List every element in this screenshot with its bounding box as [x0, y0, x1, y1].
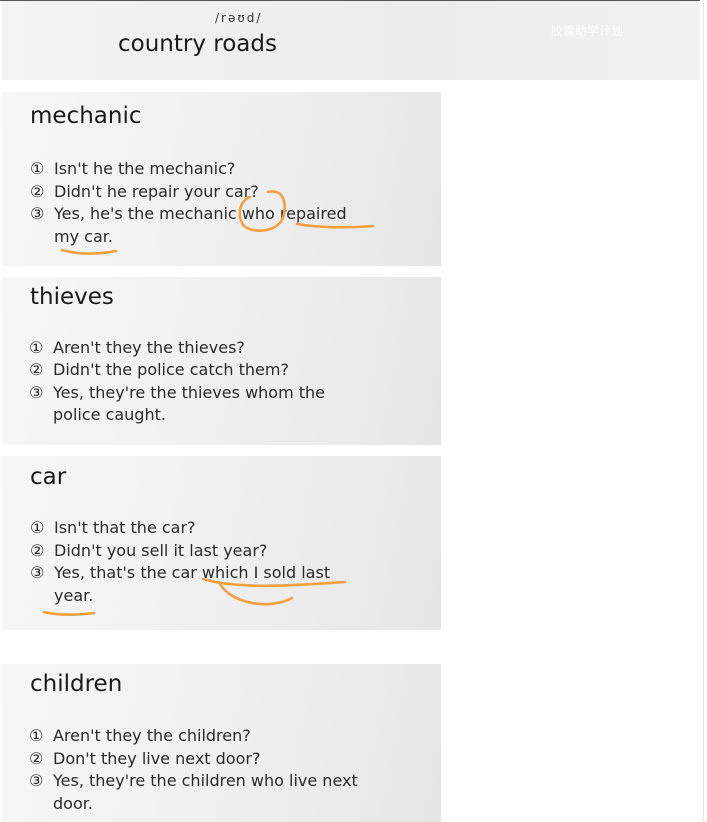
- item-number: ③: [29, 383, 44, 402]
- item-number: ②: [29, 360, 44, 379]
- sentence-text: Isn't he the mechanic?: [54, 159, 236, 178]
- sentence-line: ② Don't they live next door?: [29, 749, 260, 769]
- sentence-text: Yes, that's the car which I sold last: [54, 563, 331, 582]
- sentence-text: Aren't they the children?: [53, 726, 251, 745]
- sentence-text: Yes, he's the mechanic who repaired: [54, 204, 347, 223]
- sentence-text: Don't they live next door?: [53, 749, 261, 768]
- item-number: ①: [30, 159, 45, 178]
- sentence-text: Isn't that the car?: [54, 518, 196, 537]
- sentence-text: Didn't the police catch them?: [53, 360, 289, 379]
- sentence-line: door.: [29, 794, 93, 814]
- item-number: ①: [30, 518, 45, 537]
- phonetic-transcription: /rəʊd/: [215, 11, 263, 25]
- sentence-text: my car.: [54, 227, 113, 246]
- card-car: car ① Isn't that the car? ② Didn't you sel…: [2, 456, 441, 630]
- sentence-text: Yes, they're the children who live next: [53, 771, 358, 790]
- sentence-line: year.: [30, 586, 93, 606]
- sentence-line: ③ Yes, they're the children who live next: [29, 771, 358, 791]
- card-title: thieves: [30, 284, 114, 310]
- sentence-text: year.: [54, 586, 94, 605]
- card-children: children ① Aren't they the children? ② Don…: [2, 664, 441, 822]
- sentence-line: ① Isn't he the mechanic?: [30, 159, 235, 179]
- item-number: ②: [30, 182, 45, 201]
- sentence-text: door.: [53, 794, 93, 813]
- sentence-line: ② Didn't the police catch them?: [29, 360, 289, 380]
- sentence-text: Aren't they the thieves?: [53, 338, 245, 357]
- item-number: ②: [29, 749, 44, 768]
- sentence-line: police caught.: [29, 405, 166, 425]
- sentence-text: Yes, they're the thieves whom the: [53, 383, 326, 402]
- card-title: children: [30, 671, 123, 697]
- card-thieves: thieves ① Aren't they the thieves? ② Didn'…: [2, 277, 441, 445]
- sentence-line: ① Aren't they the thieves?: [29, 338, 245, 358]
- sentence-line: ③ Yes, that's the car which I sold last: [30, 563, 330, 583]
- item-number: ③: [29, 771, 44, 790]
- page-title: country roads: [118, 31, 277, 57]
- sentence-line: ① Isn't that the car?: [30, 518, 196, 538]
- item-number: ①: [29, 338, 44, 357]
- sentence-text: Didn't you sell it last year?: [54, 541, 268, 560]
- item-number: ③: [30, 204, 45, 223]
- sentence-text: Didn't he repair your car?: [54, 182, 259, 201]
- card-mechanic: mechanic ① Isn't he the mechanic? ② Didn't…: [2, 92, 441, 266]
- sentence-line: ② Didn't you sell it last year?: [30, 541, 267, 561]
- watermark: 胶囊助学计划: [551, 24, 624, 38]
- sentence-text: police caught.: [53, 405, 166, 424]
- right-edge-divider: [703, 0, 704, 822]
- item-number: ①: [29, 726, 44, 745]
- sentence-line: ③ Yes, he's the mechanic who repaired: [30, 204, 347, 224]
- slide-header: /rəʊd/ country roads 胶囊助学计划: [2, 1, 700, 80]
- sentence-line: ② Didn't he repair your car?: [30, 182, 259, 202]
- card-title: car: [30, 464, 67, 490]
- sentence-line: my car.: [30, 227, 113, 247]
- sentence-line: ③ Yes, they're the thieves whom the: [29, 383, 325, 403]
- sentence-line: ① Aren't they the children?: [29, 726, 251, 746]
- card-title: mechanic: [30, 103, 142, 129]
- item-number: ②: [30, 541, 45, 560]
- item-number: ③: [30, 563, 45, 582]
